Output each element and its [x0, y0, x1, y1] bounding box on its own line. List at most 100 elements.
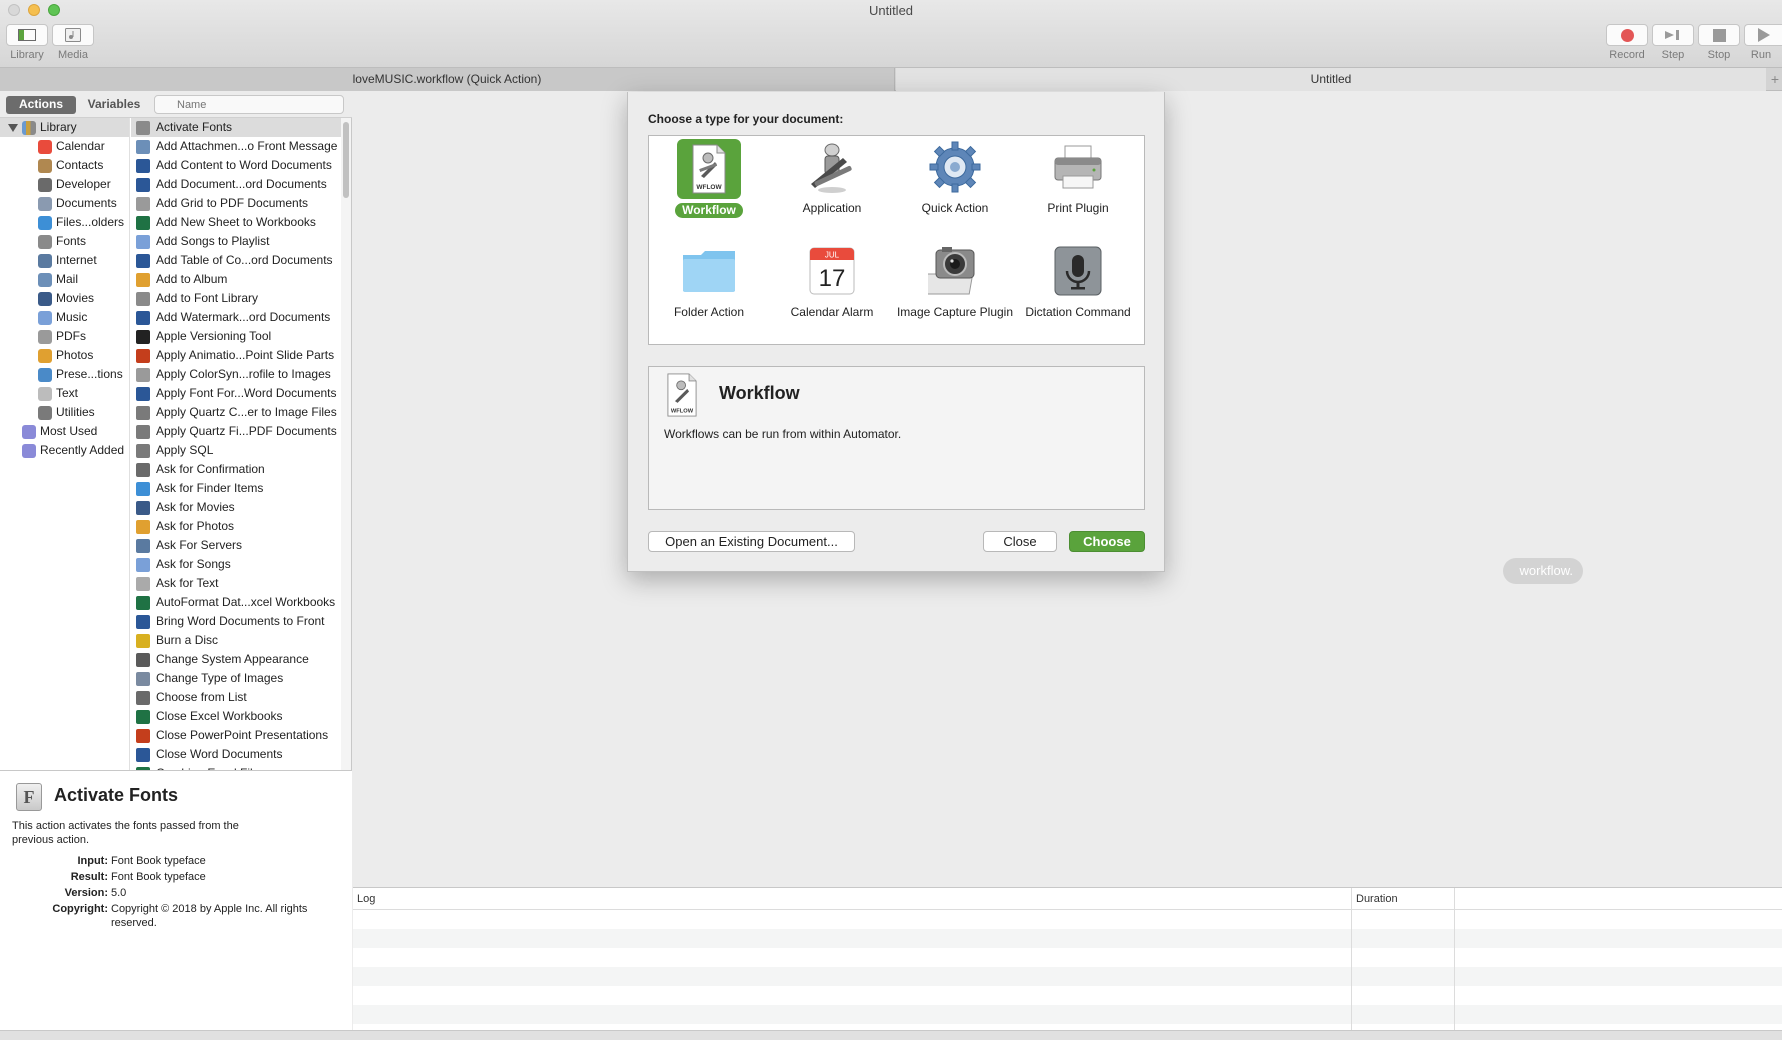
- column-divider[interactable]: [1454, 888, 1455, 1031]
- step-button[interactable]: [1652, 24, 1694, 46]
- sidebar-item-fonts[interactable]: Fonts: [38, 232, 86, 251]
- choose-button[interactable]: Choose: [1069, 531, 1145, 552]
- sidebar-item-mail[interactable]: Mail: [38, 270, 78, 289]
- search-input[interactable]: [154, 95, 344, 114]
- action-list-item[interactable]: AutoFormat Dat...xcel Workbooks: [131, 593, 341, 612]
- tab-lovemusic-workflow[interactable]: loveMUSIC.workflow (Quick Action): [0, 68, 895, 91]
- actions-scrollbar[interactable]: [341, 118, 351, 770]
- type-quick-action[interactable]: Quick Action: [895, 139, 1015, 216]
- type-calendar-alarm[interactable]: JUL 17 Calendar Alarm: [772, 243, 892, 320]
- action-list-item[interactable]: Ask for Confirmation: [131, 460, 341, 479]
- add-tab-icon[interactable]: +: [1768, 68, 1782, 91]
- action-list-item[interactable]: Activate Fonts: [131, 118, 341, 137]
- application-icon: [804, 139, 860, 195]
- sidebar-item-internet[interactable]: Internet: [38, 251, 97, 270]
- open-existing-document-button[interactable]: Open an Existing Document...: [648, 531, 855, 552]
- segment-variables[interactable]: Variables: [80, 96, 148, 114]
- action-list-item[interactable]: Add Table of Co...ord Documents: [131, 251, 341, 270]
- action-list-item[interactable]: Ask For Servers: [131, 536, 341, 555]
- action-list-item[interactable]: Apply Font For...Word Documents: [131, 384, 341, 403]
- duration-column-header[interactable]: Duration: [1356, 888, 1398, 910]
- action-list-item[interactable]: Ask for Songs: [131, 555, 341, 574]
- action-label: Burn a Disc: [156, 633, 219, 647]
- action-list-item[interactable]: Ask for Photos: [131, 517, 341, 536]
- sidebar-item-contacts[interactable]: Contacts: [38, 156, 103, 175]
- sidebar-item-photos[interactable]: Photos: [38, 346, 93, 365]
- action-list-item[interactable]: Apply Quartz Fi...PDF Documents: [131, 422, 341, 441]
- action-list-item[interactable]: Ask for Finder Items: [131, 479, 341, 498]
- type-dictation-command[interactable]: Dictation Command: [1018, 243, 1138, 320]
- log-row: [353, 967, 1782, 986]
- text-icon: [136, 576, 150, 591]
- sidebar-item-music[interactable]: Music: [38, 308, 87, 327]
- camera-icon: [927, 243, 983, 299]
- action-list-item[interactable]: Add New Sheet to Workbooks: [131, 213, 341, 232]
- action-list-item[interactable]: Apply SQL: [131, 441, 341, 460]
- sidebar-item-movies[interactable]: Movies: [38, 289, 94, 308]
- action-list-item[interactable]: Ask for Text: [131, 574, 341, 593]
- action-list-item[interactable]: Burn a Disc: [131, 631, 341, 650]
- action-label: Add Songs to Playlist: [156, 234, 270, 248]
- sidebar-item-utilities[interactable]: Utilities: [38, 403, 95, 422]
- info-version-value: 5.0: [111, 887, 127, 899]
- action-list-item[interactable]: Bring Word Documents to Front: [131, 612, 341, 631]
- action-list-item[interactable]: Add to Font Library: [131, 289, 341, 308]
- stop-button[interactable]: [1698, 24, 1740, 46]
- sidebar-item-text[interactable]: Text: [38, 384, 78, 403]
- font-book-icon: F: [16, 783, 42, 811]
- scrollbar-thumb[interactable]: [343, 122, 349, 198]
- close-button[interactable]: Close: [983, 531, 1057, 552]
- sidebar-item-files-olders[interactable]: Files...olders: [38, 213, 124, 232]
- contacts-icon: [38, 158, 52, 173]
- action-list-item[interactable]: Add Watermark...ord Documents: [131, 308, 341, 327]
- smart-group-recently-added[interactable]: Recently Added: [22, 441, 124, 460]
- powerpoint-icon: [136, 348, 150, 363]
- action-label: Ask for Text: [156, 576, 219, 590]
- calendar-day: 17: [819, 265, 846, 292]
- type-folder-action[interactable]: Folder Action: [649, 243, 769, 320]
- sidebar-item-prese-tions[interactable]: Prese...tions: [38, 365, 123, 384]
- column-divider[interactable]: [1351, 888, 1352, 1031]
- action-list-item[interactable]: Add to Album: [131, 270, 341, 289]
- type-application[interactable]: Application: [772, 139, 892, 216]
- sidebar-item-documents[interactable]: Documents: [38, 194, 117, 213]
- action-list-item[interactable]: Close PowerPoint Presentations: [131, 726, 341, 745]
- action-list-item[interactable]: Apply Quartz C...er to Image Files: [131, 403, 341, 422]
- action-list-item[interactable]: Apply Animatio...Point Slide Parts: [131, 346, 341, 365]
- action-list-item[interactable]: Close Word Documents: [131, 745, 341, 764]
- record-icon: [1620, 28, 1634, 42]
- action-list-item[interactable]: Add Content to Word Documents: [131, 156, 341, 175]
- workflow-icon: WFLOW: [665, 373, 699, 417]
- library-root[interactable]: Library: [0, 118, 129, 137]
- sidebar-item-developer[interactable]: Developer: [38, 175, 111, 194]
- action-list-item[interactable]: Close Excel Workbooks: [131, 707, 341, 726]
- action-list-item[interactable]: Apply ColorSyn...rofile to Images: [131, 365, 341, 384]
- action-list-item[interactable]: Ask for Movies: [131, 498, 341, 517]
- action-label: Add Table of Co...ord Documents: [156, 253, 333, 267]
- action-list-item[interactable]: Add Grid to PDF Documents: [131, 194, 341, 213]
- info-input-key: Input:: [77, 855, 108, 867]
- record-button[interactable]: [1606, 24, 1648, 46]
- action-list-item[interactable]: Apple Versioning Tool: [131, 327, 341, 346]
- media-button[interactable]: [52, 24, 94, 46]
- segment-actions[interactable]: Actions: [6, 96, 76, 114]
- sidebar-item-calendar[interactable]: Calendar: [38, 137, 105, 156]
- type-workflow[interactable]: WFLOW Workflow: [649, 139, 769, 218]
- type-description-box: WFLOW Workflow Workflows can be run from…: [648, 366, 1145, 510]
- type-image-capture-plugin[interactable]: Image Capture Plugin: [895, 243, 1015, 320]
- action-list-item[interactable]: Change System Appearance: [131, 650, 341, 669]
- type-print-plugin[interactable]: Print Plugin: [1018, 139, 1138, 216]
- sidebar-item-pdfs[interactable]: PDFs: [38, 327, 86, 346]
- action-list-item[interactable]: Choose from List: [131, 688, 341, 707]
- library-toggle-button[interactable]: [6, 24, 48, 46]
- log-column-header[interactable]: Log: [357, 888, 375, 910]
- action-list-item[interactable]: Change Type of Images: [131, 669, 341, 688]
- action-list-item[interactable]: Add Attachmen...o Front Message: [131, 137, 341, 156]
- run-button[interactable]: [1744, 24, 1782, 46]
- action-list-item[interactable]: Add Document...ord Documents: [131, 175, 341, 194]
- action-list-item[interactable]: Add Songs to Playlist: [131, 232, 341, 251]
- tab-untitled[interactable]: Untitled: [896, 68, 1766, 91]
- smart-group-most-used[interactable]: Most Used: [22, 422, 97, 441]
- disclosure-triangle-icon[interactable]: [8, 123, 18, 132]
- step-icon: [1665, 30, 1679, 40]
